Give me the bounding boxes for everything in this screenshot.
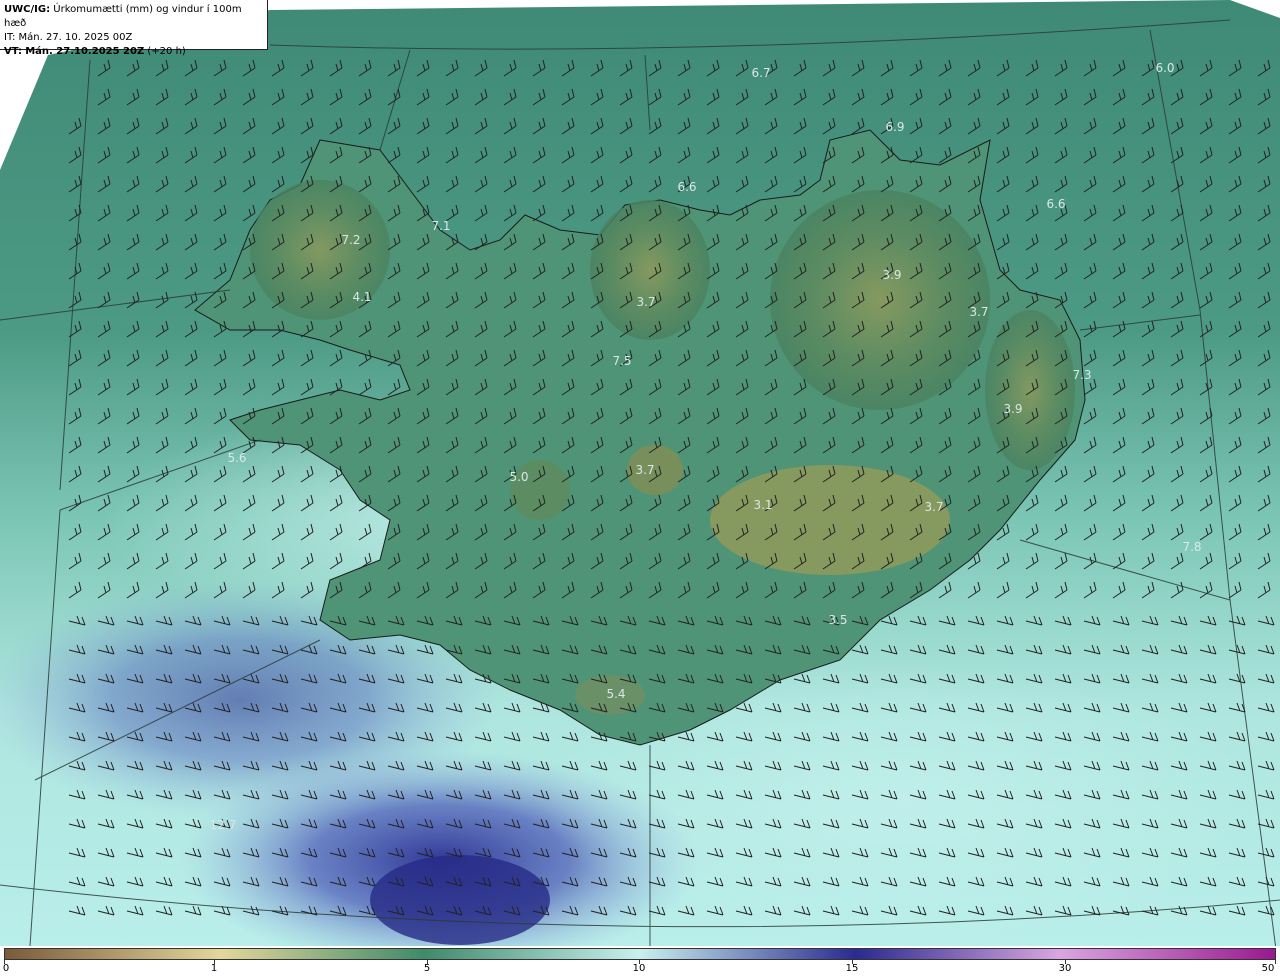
highland-langjokull bbox=[510, 460, 570, 520]
forecast-info-box: UWC/IG: Úrkomumætti (mm) og vindur í 100… bbox=[0, 0, 268, 57]
value-label: 7.5 bbox=[612, 354, 631, 368]
value-label: 7.3 bbox=[1072, 368, 1091, 382]
value-label: 3.1 bbox=[753, 498, 772, 512]
value-label: 12.7 bbox=[210, 818, 237, 832]
highland-east bbox=[770, 190, 990, 410]
value-label: 5.0 bbox=[509, 470, 528, 484]
value-label: 5.4 bbox=[606, 687, 625, 701]
colorbar-strip bbox=[4, 948, 1276, 960]
value-label: 3.9 bbox=[1003, 402, 1022, 416]
value-label: 3.7 bbox=[924, 500, 943, 514]
highland-trollaskagi bbox=[590, 200, 710, 340]
value-label: 6.6 bbox=[677, 180, 696, 194]
value-label: 7.1 bbox=[431, 219, 450, 233]
value-label: 3.9 bbox=[882, 268, 901, 282]
colorbar-tick bbox=[1275, 960, 1276, 964]
value-label: 6.0 bbox=[1155, 61, 1174, 75]
colorbar-label: 50 bbox=[1261, 963, 1275, 974]
value-label: 6.7 bbox=[751, 66, 770, 80]
lead-time: (+20 h) bbox=[147, 46, 186, 57]
colorbar-label: 5 bbox=[423, 963, 431, 974]
valid-time-line: VT: Mán. 27.10.2025 20Z (+20 h) bbox=[4, 45, 263, 59]
colorbar-label: 30 bbox=[1058, 963, 1072, 974]
value-label: 7.2 bbox=[341, 233, 360, 247]
highland-vatnajokull bbox=[710, 465, 950, 575]
value-label: 5.6 bbox=[227, 451, 246, 465]
colorbar-label: 15 bbox=[845, 963, 859, 974]
value-label: 3.7 bbox=[635, 463, 654, 477]
colorbar-label: 10 bbox=[632, 963, 646, 974]
init-time: IT: Mán. 27. 10. 2025 00Z bbox=[4, 32, 133, 43]
value-label: 3.7 bbox=[636, 295, 655, 309]
colorbar: 0 1 5 10 15 30 50 bbox=[0, 946, 1280, 978]
value-label: 3.7 bbox=[969, 305, 988, 319]
colorbar-label: 0 bbox=[2, 963, 10, 974]
valid-prefix: VT: bbox=[4, 46, 23, 57]
precipitation-map: 6.7 6.0 6.9 6.6 6.6 7.2 7.1 4.1 3.7 3.9 … bbox=[0, 0, 1280, 946]
model-name: UWC/IG: bbox=[4, 4, 51, 15]
value-label: 7.8 bbox=[1182, 540, 1201, 554]
value-label: 4.1 bbox=[352, 290, 371, 304]
value-label: 6.9 bbox=[885, 120, 904, 134]
value-label: 3.5 bbox=[828, 613, 847, 627]
heavy-precip-core bbox=[370, 855, 550, 945]
value-label: 6.6 bbox=[1046, 197, 1065, 211]
colorbar-label: 1 bbox=[210, 963, 218, 974]
valid-time: Mán. 27.10.2025 20Z bbox=[25, 46, 145, 57]
title-line: UWC/IG: Úrkomumætti (mm) og vindur í 100… bbox=[4, 3, 263, 31]
